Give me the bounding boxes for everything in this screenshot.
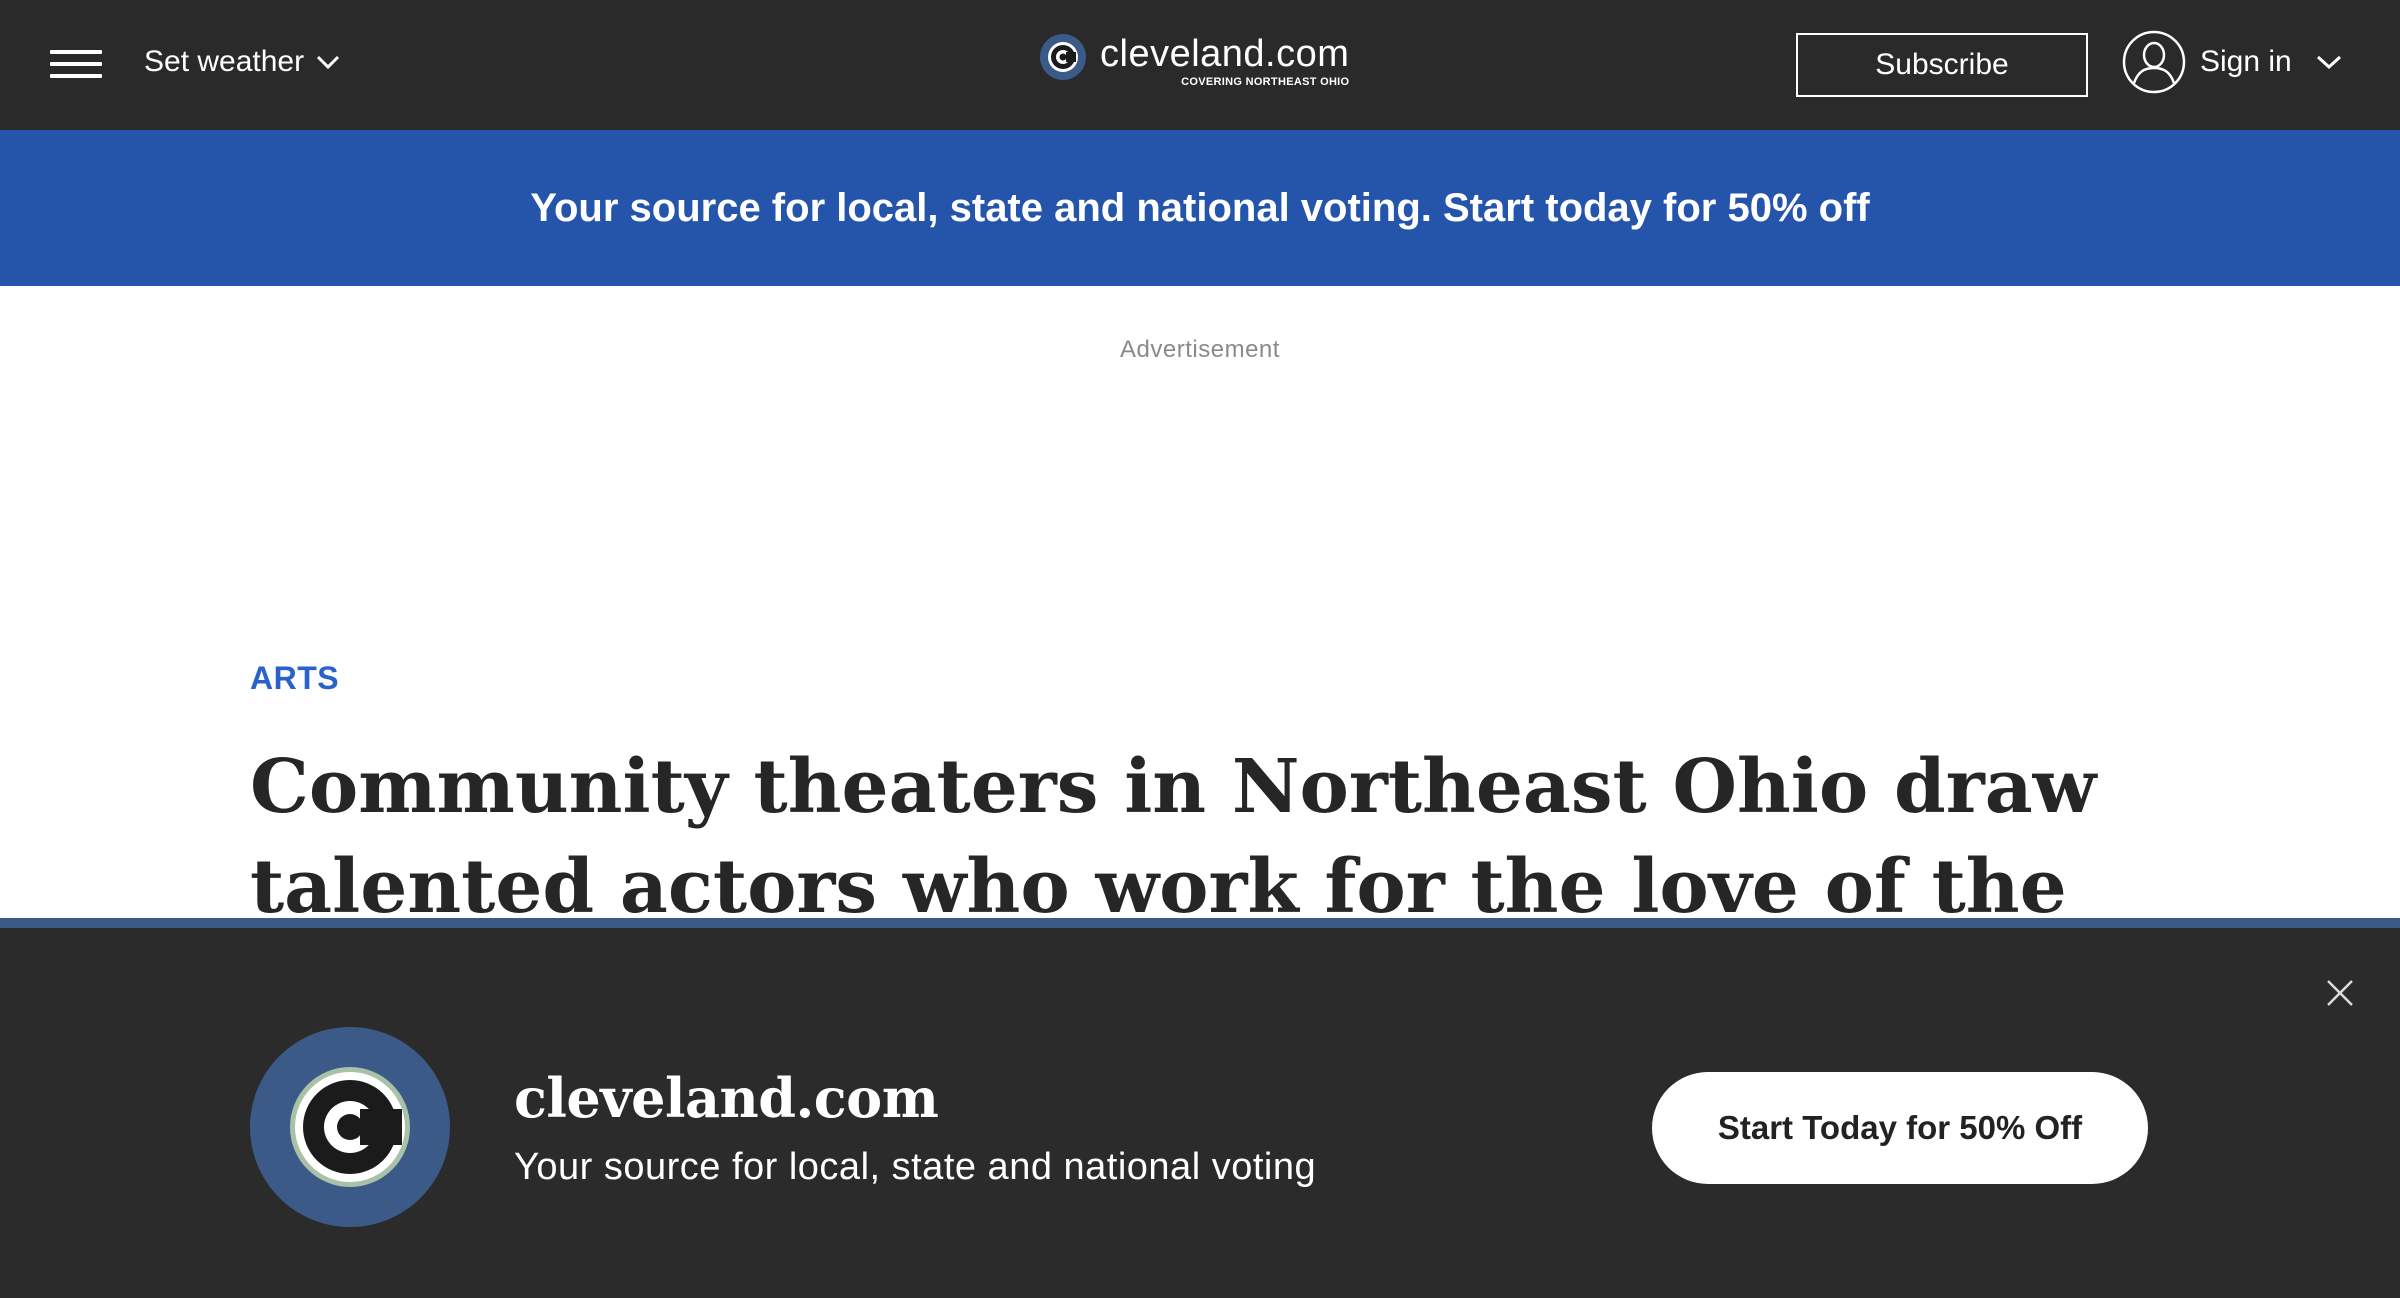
close-icon[interactable] [2325,978,2355,1008]
advertisement-label: Advertisement [1120,336,1280,363]
menu-icon[interactable] [50,47,102,81]
sign-in-label: Sign in [2200,45,2292,78]
user-icon [2122,30,2186,94]
brand-tagline: Your source for local, state and nationa… [514,1146,1317,1188]
sign-in-button[interactable]: Sign in [2122,30,2342,94]
subscribe-button[interactable]: Subscribe [1796,33,2088,97]
promo-text: Your source for local, state and nationa… [530,185,1870,230]
chevron-down-icon [2316,54,2342,70]
site-header: Set weather cleveland.com COVERING NORTH… [0,0,2400,130]
cleveland-logo-icon [1040,34,1086,80]
cleveland-logo-icon [250,1027,450,1227]
brand-title: cleveland.com [514,1066,939,1130]
start-today-button[interactable]: Start Today for 50% Off [1652,1072,2148,1184]
promo-banner[interactable]: Your source for local, state and nationa… [0,130,2400,286]
site-logo[interactable]: cleveland.com COVERING NORTHEAST OHIO [1040,34,1349,88]
logo-tagline: COVERING NORTHEAST OHIO [1181,76,1350,88]
section-link-arts[interactable]: ARTS [250,660,339,697]
weather-label: Set weather [144,45,305,78]
subscription-sticky-banner: cleveland.com Your source for local, sta… [0,918,2400,1298]
logo-name: cleveland.com [1100,33,1350,75]
chevron-down-icon [316,54,340,70]
set-weather-button[interactable]: Set weather [144,45,340,79]
